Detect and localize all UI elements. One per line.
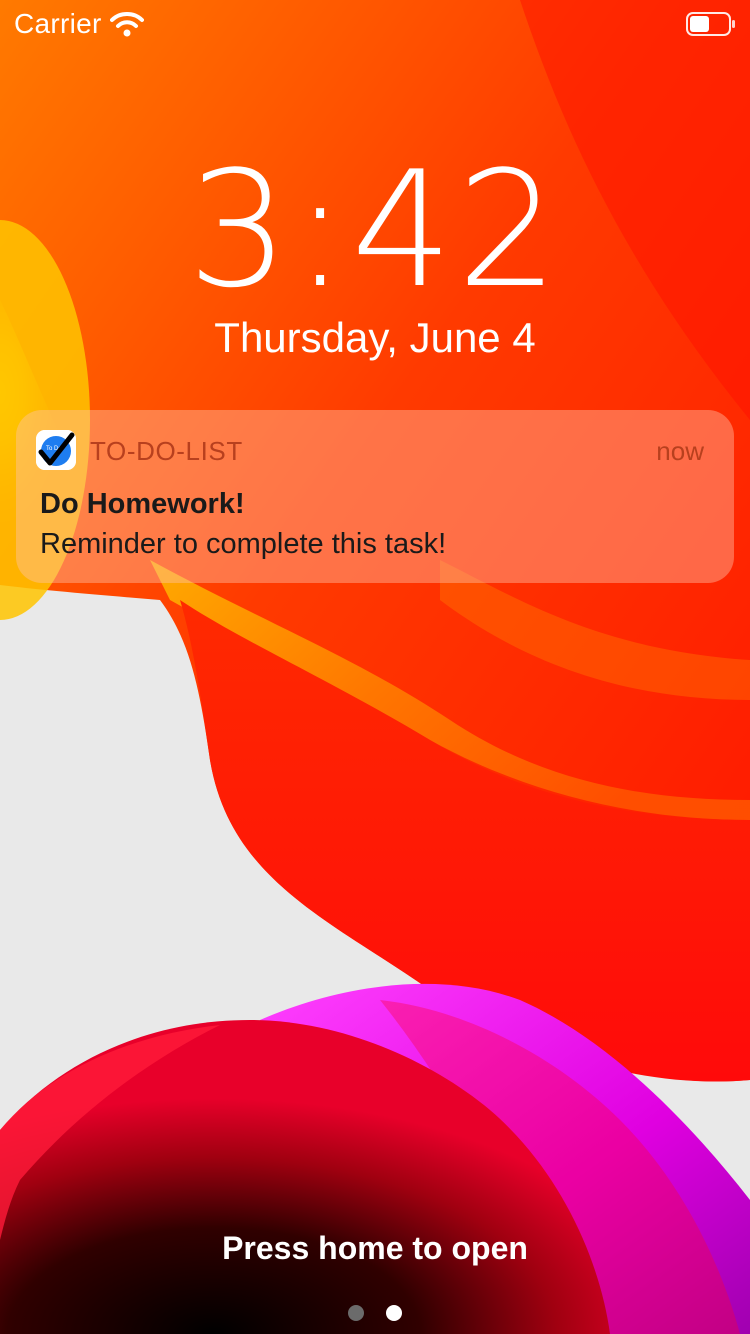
status-bar: Carrier (0, 0, 750, 48)
notification-time: now (656, 436, 704, 466)
notification-app-name: TO-DO-LIST (90, 436, 243, 466)
todo-app-icon-graphic: To Do! (36, 430, 76, 470)
camera-page-dot[interactable] (347, 1305, 364, 1321)
lock-page-dot[interactable] (386, 1305, 403, 1321)
carrier-label: Carrier (14, 8, 102, 39)
lock-screen-date: Thursday, June 4 (214, 314, 536, 361)
press-home-hint: Press home to open (222, 1230, 528, 1266)
wifi-icon (110, 12, 144, 37)
todo-app-icon: To Do! (36, 430, 76, 470)
notification-title: Do Homework! (40, 488, 245, 520)
notification-body: Reminder to complete this task! (40, 528, 447, 560)
page-indicator[interactable] (0, 1305, 750, 1323)
battery-icon (686, 12, 735, 36)
notification-card[interactable]: To Do! TO-DO-LIST now Do Homework! Remin… (16, 410, 734, 583)
lock-screen-clock: 3:42 (187, 136, 563, 323)
